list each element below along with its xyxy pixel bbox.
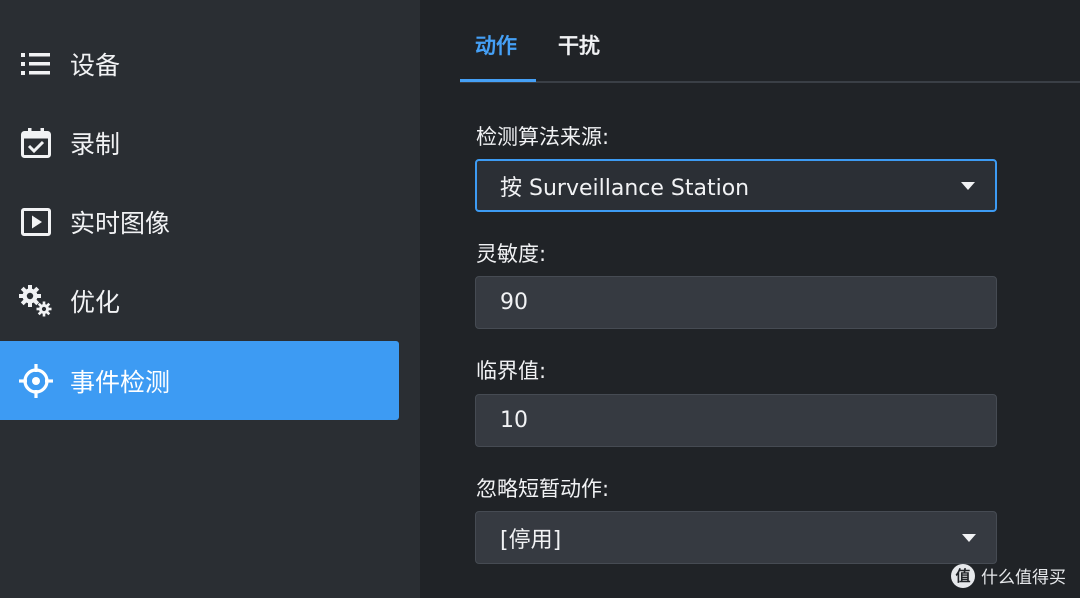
active-tab-indicator	[460, 79, 536, 82]
gears-icon	[18, 283, 54, 319]
sidebar-item-label: 设备	[70, 50, 121, 80]
watermark: 值 什么值得买	[951, 563, 1066, 588]
ignore-short-motion-select[interactable]: [停用]	[475, 511, 997, 564]
sidebar-item-label: 录制	[70, 129, 121, 159]
app-window: 设备 录制 实时图像 优化 事件检测 动作 干扰 检测算法来源: 按 Surve…	[0, 0, 1080, 598]
sidebar-item-live-view[interactable]: 实时图像	[0, 182, 399, 261]
sidebar-item-event-detection[interactable]: 事件检测	[0, 341, 399, 420]
threshold-input[interactable]: 10	[475, 394, 997, 447]
threshold-value: 10	[500, 408, 528, 433]
algorithm-source-select[interactable]: 按 Surveillance Station	[475, 159, 997, 212]
calendar-check-icon	[18, 125, 54, 161]
caret-down-icon	[962, 533, 976, 542]
list-icon	[18, 46, 54, 82]
sidebar-item-optimization[interactable]: 优化	[0, 261, 399, 340]
algorithm-source-value: 按 Surveillance Station	[500, 175, 750, 201]
sidebar-item-label: 实时图像	[70, 208, 171, 238]
caret-down-icon	[961, 181, 975, 190]
sidebar-item-recording[interactable]: 录制	[0, 103, 399, 182]
crosshair-icon	[18, 363, 54, 399]
sidebar: 设备 录制 实时图像 优化 事件检测	[0, 0, 420, 598]
tab-motion[interactable]: 动作	[475, 30, 517, 60]
ignore-short-motion-value: [停用]	[500, 527, 562, 553]
sensitivity-label: 灵敏度:	[476, 242, 547, 266]
play-square-icon	[18, 204, 54, 240]
tab-interference[interactable]: 干扰	[558, 30, 600, 60]
watermark-text: 什么值得买	[981, 568, 1066, 588]
sensitivity-input[interactable]: 90	[475, 276, 997, 329]
sensitivity-value: 90	[500, 290, 528, 315]
sidebar-item-label: 事件检测	[70, 367, 171, 397]
algorithm-source-label: 检测算法来源:	[476, 125, 610, 149]
threshold-label: 临界值:	[476, 359, 547, 383]
ignore-short-motion-label: 忽略短暂动作:	[476, 477, 610, 501]
main-panel: 动作 干扰 检测算法来源: 按 Surveillance Station 灵敏度…	[420, 0, 1080, 598]
sidebar-item-label: 优化	[70, 287, 121, 317]
watermark-logo: 值	[951, 563, 975, 588]
tab-bar: 动作 干扰	[460, 0, 1080, 83]
sidebar-item-devices[interactable]: 设备	[0, 24, 399, 103]
